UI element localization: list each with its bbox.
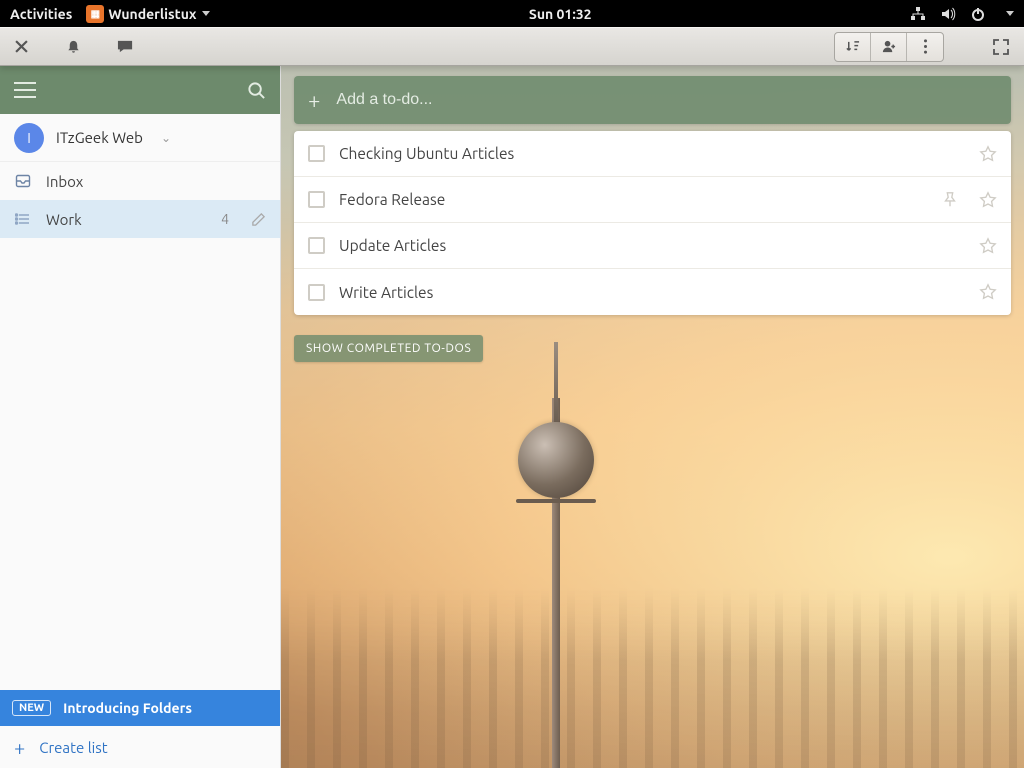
close-button[interactable] (10, 36, 32, 58)
star-icon[interactable] (979, 145, 997, 163)
edit-icon[interactable] (251, 212, 266, 227)
sidebar-item-label: Inbox (46, 173, 83, 190)
main-pane: + Checking Ubuntu Articles Fedora Releas… (281, 66, 1024, 768)
list-icon (14, 211, 32, 227)
background-skyline (281, 588, 1024, 768)
window-titlebar (0, 27, 1024, 66)
volume-icon[interactable] (940, 6, 956, 22)
todo-title: Update Articles (339, 237, 446, 254)
star-icon[interactable] (979, 283, 997, 301)
plus-icon: + (308, 88, 320, 113)
app-body: I ITzGeek Web ⌄ Inbox Work 4 NEW Introdu… (0, 66, 1024, 768)
todo-title: Checking Ubuntu Articles (339, 145, 514, 162)
todo-list: Checking Ubuntu Articles Fedora Release (294, 131, 1011, 315)
todo-item[interactable]: Checking Ubuntu Articles (294, 131, 1011, 177)
sidebar-header (0, 66, 280, 114)
sort-button[interactable] (835, 33, 871, 61)
todo-title: Write Articles (339, 284, 433, 301)
inbox-icon (14, 173, 32, 189)
show-completed-button[interactable]: SHOW COMPLETED TO-DOS (294, 335, 483, 362)
search-button[interactable] (247, 81, 266, 100)
menu-button[interactable] (14, 82, 36, 98)
sidebar: I ITzGeek Web ⌄ Inbox Work 4 NEW Introdu… (0, 66, 281, 768)
add-todo-input[interactable] (336, 91, 997, 109)
app-menu[interactable]: ▦ Wunderlistux (86, 5, 210, 23)
create-list-button[interactable]: + Create list (0, 726, 280, 768)
todo-item[interactable]: Fedora Release (294, 177, 1011, 223)
fullscreen-button[interactable] (992, 36, 1014, 58)
plus-icon: + (14, 736, 25, 759)
more-button[interactable] (907, 33, 943, 61)
toolbar-group (834, 32, 944, 62)
app-icon: ▦ (86, 5, 104, 23)
app-menu-label: Wunderlistux (108, 6, 196, 22)
bell-icon[interactable] (62, 36, 84, 58)
todo-item[interactable]: Update Articles (294, 223, 1011, 269)
share-button[interactable] (871, 33, 907, 61)
account-switcher[interactable]: I ITzGeek Web ⌄ (0, 114, 280, 162)
activities-button[interactable]: Activities (10, 6, 72, 22)
network-icon[interactable] (910, 6, 926, 22)
account-name: ITzGeek Web (56, 129, 143, 146)
list-count: 4 (221, 211, 229, 227)
chat-icon[interactable] (114, 36, 136, 58)
todo-item[interactable]: Write Articles (294, 269, 1011, 315)
sidebar-item-label: Work (46, 211, 82, 228)
star-icon[interactable] (979, 237, 997, 255)
todo-title: Fedora Release (339, 191, 445, 208)
create-list-label: Create list (39, 739, 107, 756)
chevron-down-icon (1006, 11, 1014, 16)
power-icon[interactable] (970, 6, 986, 22)
intro-text: Introducing Folders (63, 700, 192, 716)
sidebar-item-work[interactable]: Work 4 (0, 200, 280, 238)
chevron-down-icon: ⌄ (161, 131, 171, 145)
clock[interactable]: Sun 01:32 (529, 6, 592, 22)
chevron-down-icon (202, 11, 210, 16)
checkbox[interactable] (308, 191, 325, 208)
pin-icon[interactable] (941, 191, 959, 209)
checkbox[interactable] (308, 145, 325, 162)
star-icon[interactable] (979, 191, 997, 209)
checkbox[interactable] (308, 284, 325, 301)
avatar: I (14, 123, 44, 153)
checkbox[interactable] (308, 237, 325, 254)
gnome-top-bar: Activities ▦ Wunderlistux Sun 01:32 (0, 0, 1024, 27)
new-badge: NEW (12, 700, 51, 716)
add-todo-row[interactable]: + (294, 76, 1011, 124)
intro-banner[interactable]: NEW Introducing Folders (0, 690, 280, 726)
background-tower (496, 398, 616, 768)
sidebar-item-inbox[interactable]: Inbox (0, 162, 280, 200)
